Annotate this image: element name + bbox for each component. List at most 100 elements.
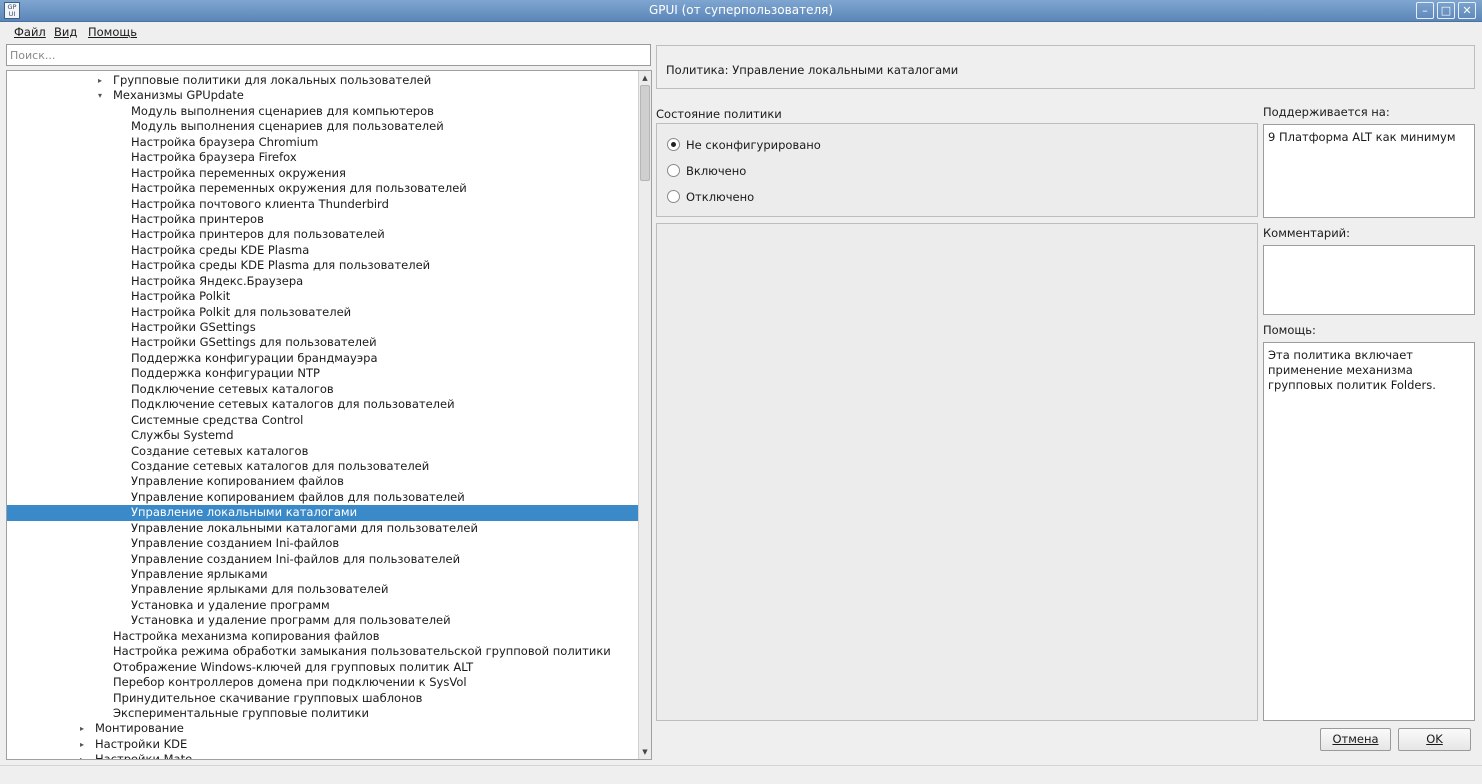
tree-item[interactable]: Управление созданием Ini-файлов для поль…: [7, 552, 639, 567]
tree-item-label: Управление созданием Ini-файлов: [131, 536, 340, 551]
comment-field[interactable]: [1263, 245, 1475, 315]
maximize-button[interactable]: □: [1437, 2, 1455, 19]
radio-enabled-icon[interactable]: [667, 164, 680, 177]
expander-collapsed-icon[interactable]: ▸: [77, 721, 87, 736]
tree-item-label: Экспериментальные групповые политики: [113, 705, 369, 720]
window-title: GPUI (от суперпользователя): [648, 3, 834, 17]
radio-disabled-icon[interactable]: [667, 190, 680, 203]
tree-item-label: Управление локальными каталогами для пол…: [131, 520, 478, 535]
tree-item-label: Настройка среды KDE Plasma: [131, 242, 310, 257]
tree-item-label: Настройка почтового клиента Thunderbird: [131, 196, 389, 211]
menu-file[interactable]: Файл: [14, 25, 46, 39]
tree-item[interactable]: Настройка Polkit для пользователей: [7, 305, 639, 320]
tree-item-label: Управление ярлыками для пользователей: [131, 582, 389, 597]
tree-item[interactable]: Настройка Polkit: [7, 289, 639, 304]
tree-item[interactable]: Системные средства Control: [7, 413, 639, 428]
tree-item-label: Настройка среды KDE Plasma для пользоват…: [131, 258, 431, 273]
minimize-button[interactable]: –: [1416, 2, 1434, 19]
radio-disabled-label[interactable]: Отключено: [686, 190, 754, 204]
menu-bar: Файл Вид Помощь: [0, 22, 1482, 42]
tree-item[interactable]: Отображение Windows-ключей для групповых…: [7, 660, 639, 675]
tree-item[interactable]: Установка и удаление программ для пользо…: [7, 613, 639, 628]
tree-item-label: Управление локальными каталогами: [131, 505, 358, 520]
search-input[interactable]: [6, 44, 651, 66]
tree-item[interactable]: Поддержка конфигурации NTP: [7, 366, 639, 381]
policy-options-panel: [656, 223, 1258, 721]
tree-item[interactable]: Настройка браузера Chromium: [7, 135, 639, 150]
tree-item[interactable]: Подключение сетевых каталогов для пользо…: [7, 397, 639, 412]
tree-item-label: Настройка Polkit: [131, 289, 231, 304]
tree-item[interactable]: Управление копированием файлов: [7, 474, 639, 489]
tree-item[interactable]: Службы Systemd: [7, 428, 639, 443]
tree-item-label: Поддержка конфигурации брандмауэра: [131, 350, 378, 365]
cancel-button[interactable]: Отмена: [1320, 728, 1391, 751]
menu-help[interactable]: Помощь: [88, 25, 137, 39]
tree-item[interactable]: Настройки GSettings для пользователей: [7, 335, 639, 350]
tree-item[interactable]: Настройка среды KDE Plasma для пользоват…: [7, 258, 639, 273]
scroll-up-icon[interactable]: ▲: [639, 72, 651, 84]
tree-item[interactable]: Управление копированием файлов для польз…: [7, 490, 639, 505]
title-bar[interactable]: GP UI GPUI (от суперпользователя) – □ ✕: [0, 0, 1482, 22]
tree-item[interactable]: Управление ярлыками: [7, 567, 639, 582]
tree-item[interactable]: Настройка режима обработки замыкания пол…: [7, 644, 639, 659]
supported-field: 9 Платформа ALT как минимум: [1263, 124, 1475, 218]
tree-item[interactable]: Настройка среды KDE Plasma: [7, 243, 639, 258]
tree-item[interactable]: Настройка переменных окружения для польз…: [7, 181, 639, 196]
expander-collapsed-icon[interactable]: ▸: [77, 752, 87, 759]
close-button[interactable]: ✕: [1458, 2, 1476, 19]
tree-item[interactable]: Настройка браузера Firefox: [7, 150, 639, 165]
tree-item[interactable]: ▸ Групповые политики для локальных пользо…: [7, 73, 639, 88]
tree-item-label: Отображение Windows-ключей для групповых…: [113, 659, 474, 674]
status-bar: [0, 765, 1482, 784]
tree-item[interactable]: Модуль выполнения сценариев для компьюте…: [7, 104, 639, 119]
policy-tree[interactable]: ▸ Групповые политики для локальных пользо…: [6, 70, 652, 760]
tree-item[interactable]: Принудительное скачивание групповых шабл…: [7, 691, 639, 706]
tree-item-label: Службы Systemd: [131, 428, 234, 443]
tree-item[interactable]: Модуль выполнения сценариев для пользова…: [7, 119, 639, 134]
expander-collapsed-icon[interactable]: ▸: [77, 737, 87, 752]
cancel-button-label: Отмена: [1332, 732, 1379, 746]
tree-item[interactable]: Поддержка конфигурации брандмауэра: [7, 351, 639, 366]
tree-item[interactable]: Экспериментальные групповые политики: [7, 706, 639, 721]
tree-item[interactable]: Подключение сетевых каталогов: [7, 382, 639, 397]
tree-item[interactable]: Настройка механизма копирования файлов: [7, 629, 639, 644]
scroll-down-icon[interactable]: ▼: [639, 746, 651, 758]
tree-item[interactable]: Перебор контроллеров домена при подключе…: [7, 675, 639, 690]
radio-enabled-label[interactable]: Включено: [686, 164, 746, 178]
tree-item-label: Поддержка конфигурации NTP: [131, 366, 320, 381]
menu-view[interactable]: Вид: [54, 25, 77, 39]
radio-not-configured-label[interactable]: Не сконфигурировано: [686, 138, 821, 152]
tree-item-label: Настройка переменных окружения для польз…: [131, 181, 467, 196]
tree-item[interactable]: ▸ Настройки KDE: [7, 737, 639, 752]
tree-item[interactable]: Настройка принтеров: [7, 212, 639, 227]
expander-expanded-icon[interactable]: ▾: [95, 88, 105, 103]
expander-collapsed-icon[interactable]: ▸: [95, 73, 105, 88]
tree-item-label: Механизмы GPUpdate: [113, 88, 244, 103]
tree-item-label: Настройки GSettings: [131, 320, 256, 334]
tree-item[interactable]: Настройка переменных окружения: [7, 166, 639, 181]
tree-item[interactable]: Создание сетевых каталогов для пользоват…: [7, 459, 639, 474]
tree-item[interactable]: Настройка Яндекс.Браузера: [7, 274, 639, 289]
tree-item[interactable]: Управление локальными каталогами: [7, 505, 639, 521]
radio-not-configured-icon[interactable]: [667, 138, 680, 151]
tree-item[interactable]: Настройка принтеров для пользователей: [7, 227, 639, 242]
tree-item[interactable]: Создание сетевых каталогов: [7, 444, 639, 459]
tree-item[interactable]: Управление созданием Ini-файлов: [7, 536, 639, 551]
ok-button[interactable]: OK: [1398, 728, 1471, 751]
tree-item[interactable]: Настройки GSettings: [7, 320, 639, 335]
help-label: Помощь:: [1263, 323, 1316, 337]
tree-item-label: Модуль выполнения сценариев для пользова…: [131, 119, 444, 134]
tree-item[interactable]: ▾ Механизмы GPUpdate: [7, 88, 639, 103]
tree-item[interactable]: Управление локальными каталогами для пол…: [7, 521, 639, 536]
tree-item-label: Модуль выполнения сценариев для компьюте…: [131, 103, 434, 118]
tree-item-label: Управление ярлыками: [131, 567, 268, 581]
tree-item[interactable]: Управление ярлыками для пользователей: [7, 582, 639, 597]
tree-item[interactable]: ▸ Настройки Mate: [7, 752, 639, 759]
tree-item-label: Подключение сетевых каталогов: [131, 381, 334, 396]
supported-label: Поддерживается на:: [1263, 105, 1390, 119]
tree-item[interactable]: Настройка почтового клиента Thunderbird: [7, 197, 639, 212]
tree-scrollbar[interactable]: ▲ ▼: [638, 71, 651, 759]
scrollbar-thumb[interactable]: [640, 85, 650, 181]
tree-item[interactable]: Установка и удаление программ: [7, 598, 639, 613]
tree-item[interactable]: ▸ Монтирование: [7, 721, 639, 736]
